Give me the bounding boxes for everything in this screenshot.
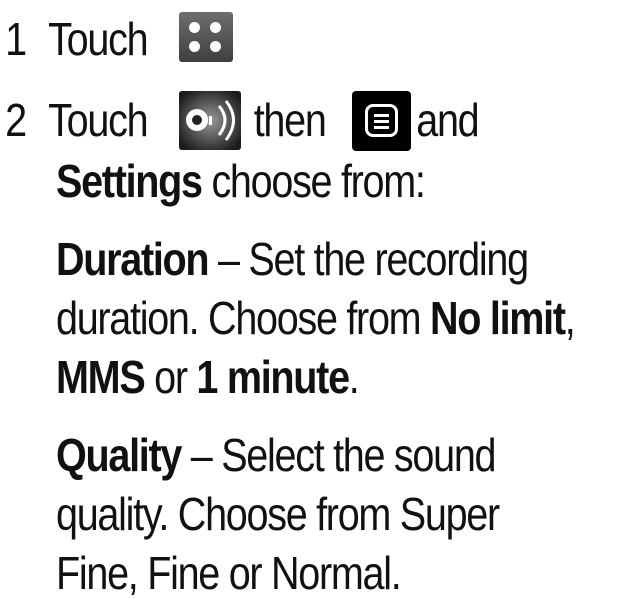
duration-period: .: [348, 351, 360, 403]
duration-term: Duration: [56, 233, 210, 285]
quality-desc-3: Fine, Fine or Normal.: [56, 547, 402, 599]
duration-line-1: Duration – Set the recording: [56, 233, 529, 285]
manual-page: 1 Touch . 2 Touch then and: [0, 0, 633, 599]
quality-line-2: quality. Choose from Super: [56, 488, 500, 540]
duration-desc-1: – Set the recording: [208, 233, 529, 285]
duration-desc-2: duration. Choose from: [56, 292, 431, 344]
step-text-and: and: [416, 94, 479, 146]
duration-line-3: MMS or 1 minute.: [56, 351, 360, 403]
step-2-line-2: Settings choose from:: [56, 155, 426, 207]
duration-comma: ,: [564, 292, 576, 344]
menu-icon: [352, 91, 411, 151]
step-connector: then: [253, 94, 327, 146]
quality-line-3: Fine, Fine or Normal.: [56, 547, 402, 599]
no-limit-term: No limit: [430, 292, 566, 344]
step-2-rest: choose from:: [201, 155, 426, 207]
voice-recorder-icon: [179, 91, 241, 150]
step-text: Touch: [48, 13, 148, 65]
step-text: Touch: [48, 94, 148, 146]
step-number: 2: [5, 94, 27, 146]
one-minute-term: 1 minute: [196, 351, 350, 403]
duration-line-2: duration. Choose from No limit,: [56, 292, 576, 344]
apps-grid-icon: [179, 12, 233, 62]
settings-term: Settings: [56, 155, 203, 207]
quality-line-1: Quality – Select the sound: [56, 429, 497, 481]
quality-desc-1: – Select the sound: [181, 429, 497, 481]
quality-term: Quality: [56, 429, 182, 481]
step-number: 1: [5, 13, 27, 65]
duration-or: or: [144, 351, 197, 403]
mms-term: MMS: [56, 351, 146, 403]
quality-desc-2: quality. Choose from Super: [56, 488, 500, 540]
